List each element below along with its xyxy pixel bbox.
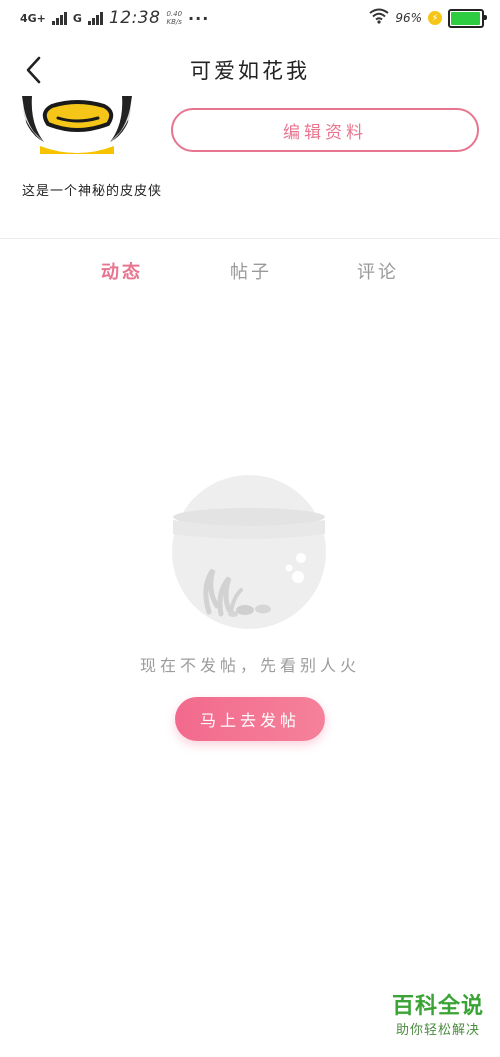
page-title: 可爱如花我 [190,59,310,83]
network-type-label-2: G [72,11,82,25]
watermark-subtitle: 助你轻松解决 [395,1023,480,1038]
chevron-left-icon [26,56,41,84]
empty-fishbowl-icon [171,474,327,630]
wifi-icon [369,8,389,28]
battery-percent: 96% [395,11,422,25]
battery-fill [451,11,480,25]
empty-state-message: 现在不发帖，先看别人火 [139,656,360,675]
network-type-label: 4G+ [20,11,46,25]
more-notifications-icon: ··· [188,8,210,28]
back-button[interactable] [18,52,48,88]
tab-activity[interactable]: 动态 [101,258,143,284]
status-left: 4G+ G 12:38 0.40 KB/s ··· [20,8,209,28]
edit-profile-button[interactable]: 编辑资料 [171,108,479,152]
signal-strength-icon-2 [87,11,103,25]
content-tabs: 动态 帖子 评论 [0,258,500,292]
charging-icon: ⚡ [428,11,442,25]
cartoon-avatar-icon [22,96,132,154]
tab-comments[interactable]: 评论 [357,258,399,284]
watermark: 百科全说 助你轻松解决 [391,994,484,1038]
app-header: 可爱如花我 [0,44,500,96]
network-speed-value: 0.40 [166,10,183,18]
status-time: 12:38 [108,8,161,28]
signal-strength-icon [51,11,67,25]
network-speed: 0.40 KB/s [166,10,182,26]
avatar[interactable] [22,96,132,154]
status-right: 96% ⚡ [369,8,487,28]
battery-icon [448,8,487,28]
status-bar: 4G+ G 12:38 0.40 KB/s ··· 96% ⚡ [0,0,500,36]
profile-page: 4G+ G 12:38 0.40 KB/s ··· 96% ⚡ 可爱如花我 编辑… [0,0,500,1057]
section-divider [0,238,500,239]
tab-posts[interactable]: 帖子 [230,258,272,284]
profile-bio: 这是一个神秘的皮皮侠 [22,184,163,199]
watermark-title: 百科全说 [391,994,484,1019]
post-now-button[interactable]: 马上去发帖 [175,697,325,741]
network-speed-unit: KB/s [166,18,182,26]
